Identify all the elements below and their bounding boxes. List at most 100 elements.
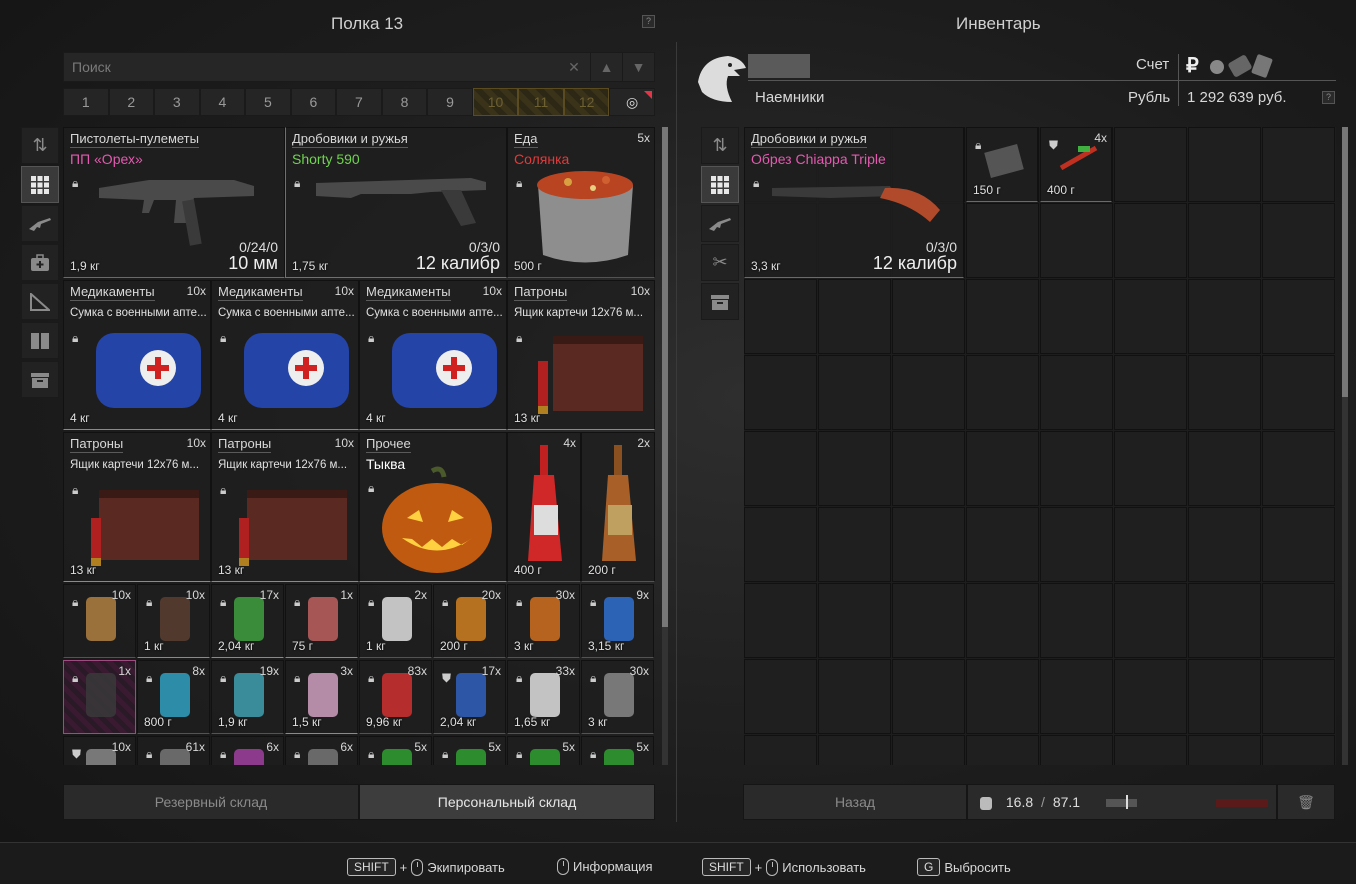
clear-search-icon[interactable]: ✕: [558, 53, 590, 81]
empty-slot[interactable]: [1040, 279, 1113, 354]
small-item-card[interactable]: 🔒︎ 9x 3,15 кг: [581, 584, 654, 658]
item-card-chiappa-triple[interactable]: Дробовики и ружья Обрез Chiappa Triple 🔒…: [744, 127, 964, 278]
small-item-card[interactable]: ⛊ 17x 2,04 кг: [433, 660, 506, 734]
empty-slot[interactable]: [1188, 431, 1261, 506]
shelf-scroll-thumb[interactable]: [662, 127, 668, 627]
item-card-ammo-box-3[interactable]: Патроны 10x Ящик картечи 12x76 м... 🔒︎ 1…: [211, 432, 359, 582]
coupon-icon[interactable]: [1210, 60, 1224, 74]
empty-slot[interactable]: [892, 279, 965, 354]
empty-slot[interactable]: [818, 279, 891, 354]
shelf-scrollbar[interactable]: [662, 127, 668, 765]
page-tab-2[interactable]: 2: [108, 88, 155, 116]
empty-slot[interactable]: [1262, 583, 1335, 658]
page-tab-6[interactable]: 6: [290, 88, 337, 116]
empty-slot[interactable]: [1188, 127, 1261, 202]
item-card-bottle[interactable]: 2x 200 г: [581, 432, 655, 582]
empty-slot[interactable]: [1188, 659, 1261, 734]
sort-filter-button[interactable]: ⇅: [21, 127, 59, 164]
empty-slot[interactable]: [1114, 507, 1187, 582]
small-item-card[interactable]: 🔒︎ 6x: [211, 736, 284, 765]
right-help-button[interactable]: ?: [1322, 91, 1335, 104]
empty-slot[interactable]: [1114, 735, 1187, 765]
empty-slot[interactable]: [892, 355, 965, 430]
inventory-scroll-thumb[interactable]: [1342, 127, 1348, 397]
empty-slot[interactable]: [1188, 279, 1261, 354]
right-all-items-button[interactable]: [701, 166, 739, 203]
small-item-card[interactable]: 🔒︎ 3x 1,5 кг: [285, 660, 358, 734]
all-items-filter-button[interactable]: [21, 166, 59, 203]
small-item-card[interactable]: 🔒︎ 83x 9,96 кг: [359, 660, 432, 734]
empty-slot[interactable]: [1262, 659, 1335, 734]
medical-filter-button[interactable]: [21, 244, 59, 281]
empty-slot[interactable]: [966, 507, 1039, 582]
item-card-ammo-box-2[interactable]: Патроны 10x Ящик картечи 12x76 м... 🔒︎ 1…: [63, 432, 211, 582]
right-weapons-button[interactable]: [701, 205, 739, 242]
empty-slot[interactable]: [744, 355, 817, 430]
empty-slot[interactable]: [1188, 583, 1261, 658]
item-card-shorty-590[interactable]: Дробовики и ружья Shorty 590 🔒︎ 0/3/0 12…: [285, 127, 507, 278]
small-item-card[interactable]: 🔒︎ 33x 1,65 кг: [507, 660, 580, 734]
small-item-card[interactable]: 🔒︎ 5x: [581, 736, 654, 765]
small-item-card[interactable]: 🔒︎ 19x 1,9 кг: [211, 660, 284, 734]
item-card-small-2[interactable]: ⛊ 4x 400 г: [1040, 127, 1112, 202]
right-storage-button[interactable]: [701, 283, 739, 320]
back-button[interactable]: Назад: [743, 784, 967, 820]
empty-slot[interactable]: [744, 735, 817, 765]
empty-slot[interactable]: [1040, 659, 1113, 734]
empty-slot[interactable]: [1114, 355, 1187, 430]
small-item-card[interactable]: 🔒︎ 1x: [63, 660, 136, 734]
empty-slot[interactable]: [1040, 203, 1113, 278]
empty-slot[interactable]: [1262, 735, 1335, 765]
empty-slot[interactable]: [1262, 203, 1335, 278]
page-tab-5[interactable]: 5: [245, 88, 291, 116]
empty-slot[interactable]: [892, 431, 965, 506]
empty-slot[interactable]: [1040, 431, 1113, 506]
empty-slot[interactable]: [966, 735, 1039, 765]
ruble-icon[interactable]: ₽: [1186, 53, 1199, 78]
small-item-card[interactable]: 🔒︎ 8x 800 г: [137, 660, 210, 734]
sort-up-button[interactable]: ▲: [590, 53, 622, 81]
empty-slot[interactable]: [1114, 127, 1187, 202]
ticket-icon[interactable]: [1251, 53, 1273, 79]
empty-slot[interactable]: [744, 279, 817, 354]
small-item-card[interactable]: 🔒︎ 5x: [433, 736, 506, 765]
empty-slot[interactable]: [818, 431, 891, 506]
empty-slot[interactable]: [1114, 583, 1187, 658]
empty-slot[interactable]: [1188, 203, 1261, 278]
item-card-solyanka[interactable]: Еда 5x Солянка 🔒︎ 500 г: [507, 127, 655, 278]
page-tab-1[interactable]: 1: [63, 88, 109, 116]
small-item-card[interactable]: 🔒︎ 10x: [63, 584, 136, 658]
inventory-scrollbar[interactable]: [1342, 127, 1348, 765]
empty-slot[interactable]: [1040, 735, 1113, 765]
empty-slot[interactable]: [1188, 355, 1261, 430]
right-sort-button[interactable]: ⇅: [701, 127, 739, 164]
page-tab-9[interactable]: 9: [427, 88, 473, 116]
small-item-card[interactable]: 🔒︎ 5x: [359, 736, 432, 765]
small-item-card[interactable]: 🔒︎ 30x 3 кг: [507, 584, 580, 658]
empty-slot[interactable]: [966, 659, 1039, 734]
empty-slot[interactable]: [744, 659, 817, 734]
empty-slot[interactable]: [818, 583, 891, 658]
empty-slot[interactable]: [966, 203, 1039, 278]
empty-slot[interactable]: [892, 583, 965, 658]
empty-slot[interactable]: [818, 507, 891, 582]
empty-slot[interactable]: [744, 507, 817, 582]
page-tab-11[interactable]: 11: [518, 88, 564, 116]
small-item-card[interactable]: 🔒︎ 5x: [507, 736, 580, 765]
sort-down-button[interactable]: ▼: [622, 53, 654, 81]
armor-filter-button[interactable]: [21, 322, 59, 359]
left-help-button[interactable]: ?: [642, 15, 655, 28]
page-tab-7[interactable]: 7: [336, 88, 382, 116]
item-card-small-1[interactable]: 🔒︎ 150 г: [966, 127, 1038, 202]
small-item-card[interactable]: ⛊ 10x: [63, 736, 136, 765]
empty-slot[interactable]: [1040, 355, 1113, 430]
item-card-pp-orekh[interactable]: Пистолеты-пулеметы ПП «Орех» 🔒︎ 0/24/0 1…: [63, 127, 285, 278]
small-item-card[interactable]: 🔒︎ 6x: [285, 736, 358, 765]
small-item-card[interactable]: 🔒︎ 17x 2,04 кг: [211, 584, 284, 658]
small-item-card[interactable]: 🔒︎ 20x 200 г: [433, 584, 506, 658]
empty-slot[interactable]: [818, 735, 891, 765]
empty-slot[interactable]: [1040, 583, 1113, 658]
empty-slot[interactable]: [966, 431, 1039, 506]
small-item-card[interactable]: 🔒︎ 1x 75 г: [285, 584, 358, 658]
empty-slot[interactable]: [818, 355, 891, 430]
